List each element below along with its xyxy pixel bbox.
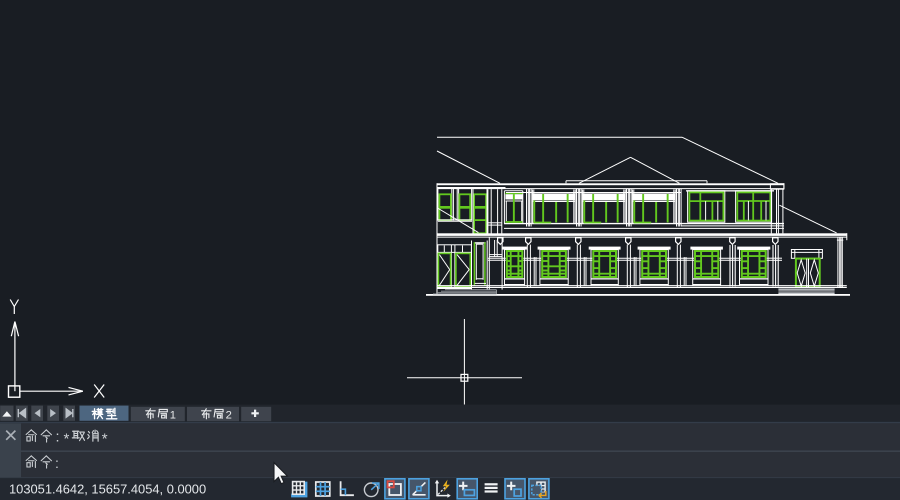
svg-text:2: 2 [226,409,232,421]
svg-text:*: * [64,431,70,448]
svg-text:103051.4642, 15657.4054, 0.000: 103051.4642, 15657.4054, 0.0000 [9,481,206,496]
svg-text::: : [56,430,60,446]
svg-text:*: * [102,431,108,448]
svg-text:1: 1 [170,409,176,421]
svg-text::: : [55,455,59,471]
